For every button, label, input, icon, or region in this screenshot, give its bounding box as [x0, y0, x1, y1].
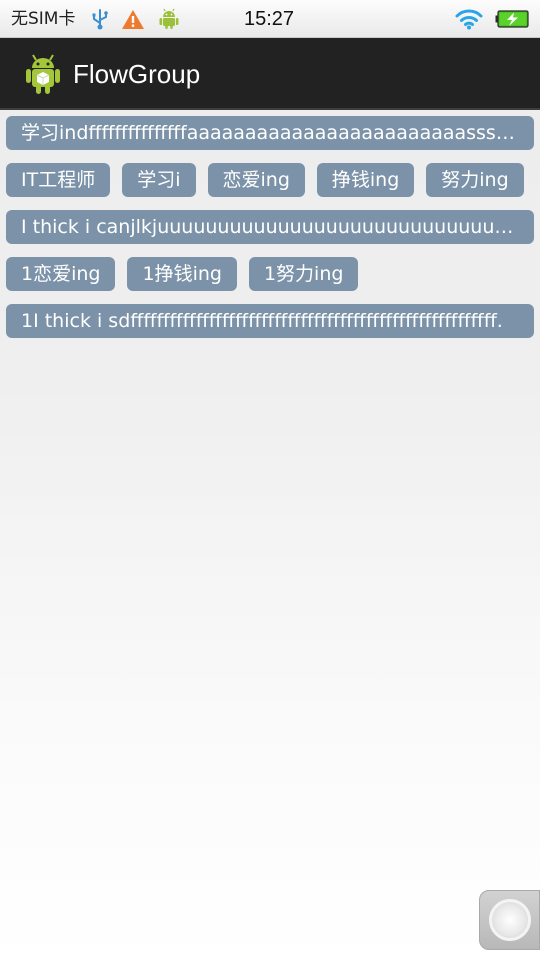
action-bar: FlowGroup: [0, 38, 540, 110]
tag-item[interactable]: IT工程师: [6, 163, 111, 197]
tag-item[interactable]: 1努力ing: [248, 257, 359, 291]
tag-item[interactable]: 1恋爱ing: [6, 257, 116, 291]
tag-item[interactable]: I thick i canjlkjuuuuuuuuuuuuuuuuuuuuuuu…: [6, 210, 534, 244]
assistive-touch-icon: [489, 899, 531, 941]
android-debug-icon: [159, 8, 179, 29]
wifi-icon: [455, 9, 483, 30]
tag-item[interactable]: 挣钱ing: [316, 163, 415, 197]
warning-icon: [122, 10, 144, 29]
clock: 15:27: [244, 8, 295, 30]
tag-item[interactable]: 恋爱ing: [207, 163, 305, 197]
app-title: FlowGroup: [73, 59, 201, 89]
tag-item[interactable]: 努力ing: [426, 163, 524, 197]
usb-icon: [92, 9, 108, 30]
tag-item[interactable]: 学习i: [122, 163, 196, 197]
status-bar: 无SIM卡 15:27: [0, 0, 540, 38]
tag-item[interactable]: 1I thick i sdfffffffffffffffffffffffffff…: [6, 304, 534, 338]
flow-group: 学习indfffffffffffffffaaaaaaaaaaaaaaaaaaaa…: [6, 116, 534, 338]
carrier-label: 无SIM卡: [11, 9, 76, 29]
battery-charging-icon: [495, 10, 529, 28]
android-app-icon[interactable]: [23, 52, 63, 96]
tag-item[interactable]: 学习indfffffffffffffffaaaaaaaaaaaaaaaaaaaa…: [6, 116, 534, 150]
tag-item[interactable]: 1挣钱ing: [127, 257, 237, 291]
assistive-touch-button[interactable]: [479, 890, 540, 950]
